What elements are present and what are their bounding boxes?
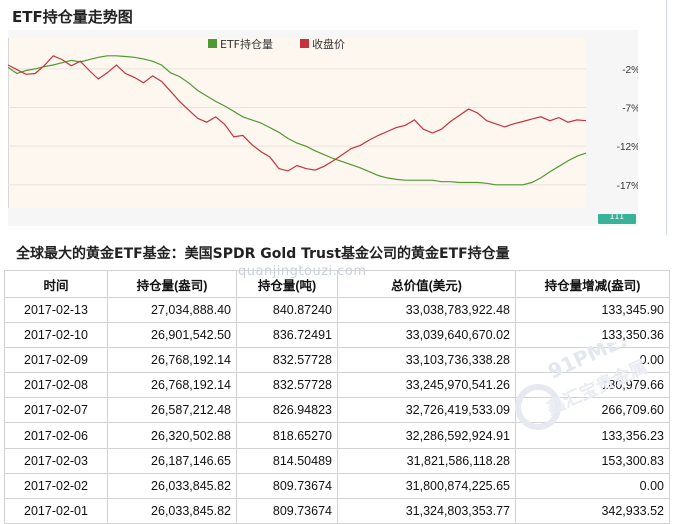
table-cell: 2017-02-01: [4, 497, 108, 524]
table-cell: 2017-02-09: [4, 347, 108, 374]
table-cell: 2017-02-03: [4, 447, 108, 474]
table-row: 2017-02-01 26,033,845.82 809.73674 31,324,8…: [4, 497, 670, 524]
col-header-ounces: 持仓量(盎司): [107, 270, 237, 298]
chart-panel-title: ETF持仓量走势图: [12, 8, 133, 26]
col-header-date: 时间: [4, 270, 108, 298]
table-title: 全球最大的黄金ETF基金：美国SPDR Gold Trust基金公司的黄金ETF…: [16, 246, 510, 262]
table-cell: 33,103,736,338.28: [337, 347, 516, 374]
table-cell: 26,320,502.88: [107, 422, 237, 449]
table-cell: 26,033,845.82: [107, 472, 237, 499]
legend-swatch-1: [300, 39, 309, 48]
table-cell: 31,800,874,225.65: [337, 472, 516, 499]
y-tick-label: -17%: [617, 181, 638, 192]
table-cell: 826.94823: [236, 397, 338, 424]
table-row: 2017-02-02 26,033,845.82 809.73674 31,800,8…: [4, 472, 670, 499]
legend-label-0: ETF持仓量: [220, 37, 273, 51]
table-cell: 26,033,845.82: [107, 497, 237, 524]
table-cell: 818.65270: [236, 422, 338, 449]
plot-area: [8, 38, 586, 208]
table-cell: 342,933.52: [515, 497, 670, 524]
table-cell: 33,245,970,541.26: [337, 372, 516, 399]
table-cell: 2017-02-07: [4, 397, 108, 424]
table-cell: 26,768,192.14: [107, 347, 237, 374]
table-cell: 2017-02-02: [4, 472, 108, 499]
table-cell: 836.72491: [236, 322, 338, 349]
watermark-logo: 91PME.COM 鑫汇宝贵金属: [512, 307, 674, 463]
table-cell: 814.50489: [236, 447, 338, 474]
table-cell: 31,821,586,118.28: [337, 447, 516, 474]
y-tick-label: -7%: [622, 104, 638, 115]
table-cell: 832.57728: [236, 372, 338, 399]
table-cell: 2017-02-08: [4, 372, 108, 399]
panel-right-border: [666, 0, 667, 235]
col-header-change: 持仓量增减(盎司): [515, 270, 670, 298]
table-cell: 32,726,419,533.09: [337, 397, 516, 424]
table-cell: 31,324,803,353.77: [337, 497, 516, 524]
table-cell: 2017-02-10: [4, 322, 108, 349]
legend-label-1: 收盘价: [312, 37, 345, 51]
holdings-trend-chart: -2% -7% -12% -17% ETF持仓量 收盘价: [7, 30, 640, 226]
table-cell: 133,345.90: [515, 296, 670, 324]
table-cell: 26,768,192.14: [107, 372, 237, 399]
table-cell: 32,286,592,924.91: [337, 422, 516, 449]
watermark-text: quanjingtouzi.com: [238, 264, 367, 279]
table-cell: 840.87240: [236, 296, 338, 324]
y-tick-label: -2%: [622, 65, 638, 76]
table-row: 2017-02-13 27,034,888.40 840.87240 33,038,7…: [4, 296, 670, 324]
table-cell: 26,187,146.65: [107, 447, 237, 474]
table-cell: 809.73674: [236, 472, 338, 499]
table-cell: 0.00: [515, 472, 670, 499]
table-cell: 27,034,888.40: [107, 296, 237, 324]
scroll-handle-grip: III: [609, 212, 625, 221]
y-tick-label: -12%: [617, 142, 638, 153]
table-cell: 2017-02-13: [4, 296, 108, 324]
legend-swatch-0: [208, 39, 217, 48]
table-cell: 26,901,542.50: [107, 322, 237, 349]
table-cell: 832.57728: [236, 347, 338, 374]
table-cell: 33,038,783,922.48: [337, 296, 516, 324]
table-cell: 33,039,640,670.02: [337, 322, 516, 349]
table-cell: 809.73674: [236, 497, 338, 524]
table-cell: 26,587,212.48: [107, 397, 237, 424]
chart-scroll-handle[interactable]: III: [598, 212, 636, 224]
chart-svg: -2% -7% -12% -17% ETF持仓量 收盘价: [7, 30, 640, 226]
table-cell: 2017-02-06: [4, 422, 108, 449]
